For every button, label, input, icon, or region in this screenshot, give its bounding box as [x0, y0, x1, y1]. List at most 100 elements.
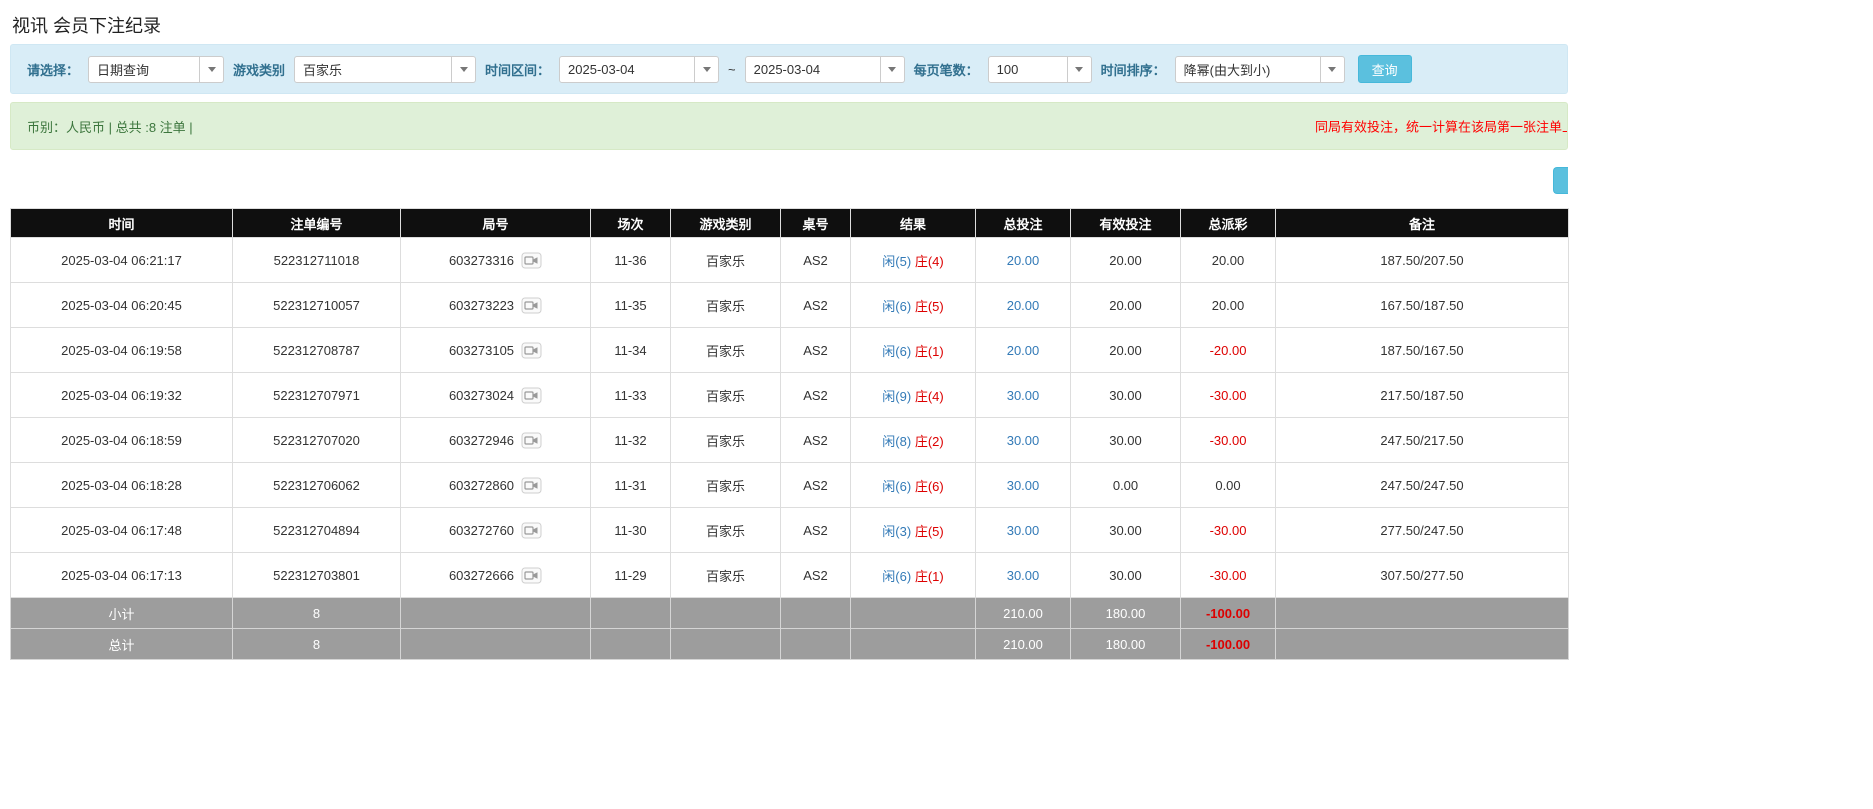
cell-note: 307.50/277.50: [1276, 553, 1569, 598]
caret-down-icon: [888, 67, 896, 72]
empty-cell: [591, 629, 671, 660]
cell-payout: -30.00: [1181, 373, 1276, 418]
toolbar-row: [0, 150, 1568, 208]
cell-total-bet: 30.00: [976, 508, 1071, 553]
cell-valid-bet: 30.00: [1071, 418, 1181, 463]
cell-valid-bet: 20.00: [1071, 328, 1181, 373]
round-number: 603272760: [449, 523, 514, 538]
cell-table-no: AS2: [781, 508, 851, 553]
column-header: 总投注: [976, 209, 1071, 238]
sort-order-select[interactable]: [1175, 56, 1321, 83]
page-size-select[interactable]: [988, 56, 1068, 83]
result-banker: 庄(1): [915, 344, 944, 359]
summary-payout: -100.00: [1181, 598, 1276, 629]
caret-down-icon: [703, 67, 711, 72]
cell-game-type: 百家乐: [671, 553, 781, 598]
video-replay-icon[interactable]: [521, 342, 542, 359]
caret-down-icon: [208, 67, 216, 72]
cell-table-no: AS2: [781, 418, 851, 463]
total-bet-link[interactable]: 30.00: [1007, 433, 1040, 448]
result-player: 闲(6): [882, 299, 911, 314]
cell-bet-id: 522312704894: [233, 508, 401, 553]
cell-game-type: 百家乐: [671, 463, 781, 508]
cell-round-id: 603272860: [401, 463, 591, 508]
cell-result: 闲(6) 庄(1): [851, 328, 976, 373]
date-from-dropdown-button[interactable]: [695, 56, 719, 83]
cell-game-type: 百家乐: [671, 508, 781, 553]
date-from-input[interactable]: [559, 56, 695, 83]
cell-bet-id: 522312707971: [233, 373, 401, 418]
total-bet-link[interactable]: 30.00: [1007, 523, 1040, 538]
sort-order-dropdown-button[interactable]: [1321, 56, 1345, 83]
cell-result: 闲(6) 庄(1): [851, 553, 976, 598]
result-player: 闲(5): [882, 254, 911, 269]
result-player: 闲(6): [882, 479, 911, 494]
round-number: 603273105: [449, 343, 514, 358]
caret-down-icon: [460, 67, 468, 72]
cell-round-id: 603272666: [401, 553, 591, 598]
column-header: 备注: [1276, 209, 1569, 238]
total-bet-link[interactable]: 20.00: [1007, 298, 1040, 313]
cell-valid-bet: 20.00: [1071, 238, 1181, 283]
column-header: 桌号: [781, 209, 851, 238]
cell-game-type: 百家乐: [671, 283, 781, 328]
game-type-select[interactable]: [294, 56, 452, 83]
cell-valid-bet: 30.00: [1071, 553, 1181, 598]
video-replay-icon[interactable]: [521, 252, 542, 269]
total-bet-link[interactable]: 20.00: [1007, 343, 1040, 358]
date-query-select[interactable]: [88, 56, 200, 83]
video-replay-icon[interactable]: [521, 432, 542, 449]
video-replay-icon[interactable]: [521, 387, 542, 404]
cell-bet-id: 522312703801: [233, 553, 401, 598]
total-bet-link[interactable]: 30.00: [1007, 388, 1040, 403]
cell-valid-bet: 20.00: [1071, 283, 1181, 328]
cell-table-no: AS2: [781, 373, 851, 418]
caret-down-icon: [1075, 67, 1083, 72]
cell-round-id: 603273316: [401, 238, 591, 283]
column-header: 局号: [401, 209, 591, 238]
result-banker: 庄(1): [915, 569, 944, 584]
page-title: 视讯 会员下注纪录: [0, 0, 1568, 44]
cell-bet-id: 522312708787: [233, 328, 401, 373]
cell-time: 2025-03-04 06:20:45: [11, 283, 233, 328]
date-query-dropdown-button[interactable]: [200, 56, 224, 83]
video-replay-icon[interactable]: [521, 477, 542, 494]
column-header: 有效投注: [1071, 209, 1181, 238]
cell-total-bet: 20.00: [976, 238, 1071, 283]
notice-text: 同局有效投注，统一计算在该局第一张注单上: [1315, 117, 1568, 136]
column-header: 结果: [851, 209, 976, 238]
video-replay-icon[interactable]: [521, 567, 542, 584]
cell-total-bet: 30.00: [976, 553, 1071, 598]
total-bet-link[interactable]: 20.00: [1007, 253, 1040, 268]
cell-total-bet: 20.00: [976, 283, 1071, 328]
summary-total-bet: 210.00: [976, 598, 1071, 629]
total-bet-link[interactable]: 30.00: [1007, 568, 1040, 583]
empty-cell: [671, 598, 781, 629]
page-content: 视讯 会员下注纪录 请选择： 游戏类别 时间区间： ~ 每页笔数： 时间排序：: [0, 0, 1568, 660]
cell-time: 2025-03-04 06:17:13: [11, 553, 233, 598]
cell-game-type: 百家乐: [671, 373, 781, 418]
result-banker: 庄(4): [915, 254, 944, 269]
cell-valid-bet: 0.00: [1071, 463, 1181, 508]
video-replay-icon[interactable]: [521, 522, 542, 539]
total-bet-link[interactable]: 30.00: [1007, 478, 1040, 493]
search-button[interactable]: 查询: [1358, 55, 1412, 83]
game-type-dropdown-button[interactable]: [452, 56, 476, 83]
page-size-combobox: [988, 56, 1092, 83]
cell-payout: 0.00: [1181, 463, 1276, 508]
export-button[interactable]: [1553, 167, 1568, 194]
table-row: 2025-03-04 06:18:59522312707020603272946…: [11, 418, 1569, 463]
cell-table-no: AS2: [781, 238, 851, 283]
cell-round-id: 603272760: [401, 508, 591, 553]
video-replay-icon[interactable]: [521, 297, 542, 314]
summary-total-bet: 210.00: [976, 629, 1071, 660]
date-to-dropdown-button[interactable]: [881, 56, 905, 83]
table-row: 2025-03-04 06:21:17522312711018603273316…: [11, 238, 1569, 283]
date-to-input[interactable]: [745, 56, 881, 83]
cell-bet-id: 522312711018: [233, 238, 401, 283]
cell-time: 2025-03-04 06:18:59: [11, 418, 233, 463]
cell-total-bet: 30.00: [976, 463, 1071, 508]
currency-total-text: 币别：人民币 | 总共 :8 注单 |: [27, 117, 193, 136]
page-size-dropdown-button[interactable]: [1068, 56, 1092, 83]
cell-payout: -30.00: [1181, 508, 1276, 553]
